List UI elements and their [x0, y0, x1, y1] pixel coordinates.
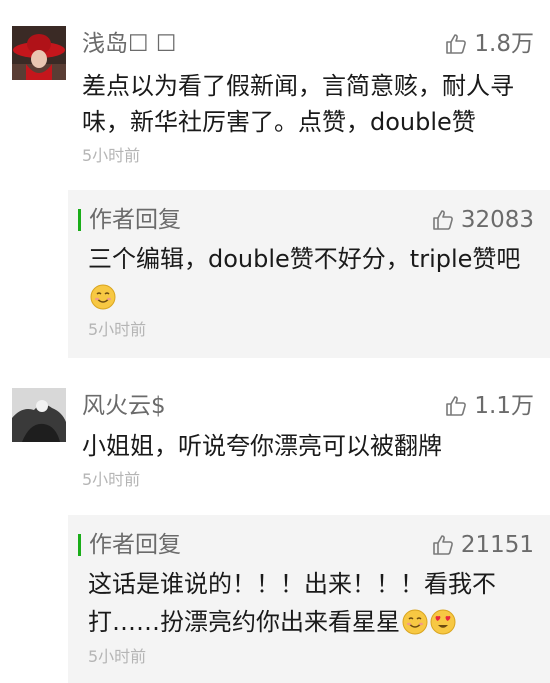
comment-like-button[interactable]: 1.1万: [444, 392, 534, 420]
avatar[interactable]: [12, 388, 66, 442]
reply-like-button[interactable]: 21151: [431, 531, 534, 559]
reply-label: 作者回复: [89, 207, 181, 233]
comment-text: 差点以为看了假新闻，言简意赅，耐人寻味，新华社厉害了。点赞，double赞: [82, 72, 514, 136]
heart-eyes-emoji: [430, 609, 456, 635]
comment-text: 小姐姐，听说夸你漂亮可以被翻牌: [82, 432, 442, 460]
comment-1: 浅岛☐ ☐ 1.8万 差点以为看了假新闻，言简意赅，耐人寻味，新华社厉害了。点赞…: [0, 0, 550, 190]
reply-label: 作者回复: [89, 532, 181, 558]
author-reply-1: 作者回复 32083 三个编辑，double赞不好分，triple赞吧 5小时前: [68, 190, 550, 358]
reply-time: 5小时前: [88, 320, 147, 339]
thumbs-up-icon: [431, 533, 455, 557]
smile-emoji: [402, 609, 428, 635]
reply-header: 作者回复: [78, 206, 181, 234]
thumbs-up-icon: [444, 32, 468, 56]
like-count: 21151: [460, 532, 534, 558]
author-reply-2: 作者回复 21151 这话是谁说的！！！出来！！！看我不打……扮漂亮约你出来看星…: [68, 515, 550, 683]
reply-text-content: 三个编辑，double赞不好分，triple赞吧: [88, 245, 521, 273]
reply-accent-bar: [78, 209, 81, 231]
comment-2: 风火云$ 1.1万 小姐姐，听说夸你漂亮可以被翻牌 5小时前: [0, 358, 550, 498]
like-count: 32083: [460, 207, 534, 233]
thumbs-up-icon: [431, 208, 455, 232]
reply-text: 三个编辑，double赞不好分，triple赞吧: [88, 240, 528, 316]
comment-like-button[interactable]: 1.8万: [444, 30, 534, 58]
avatar[interactable]: [12, 26, 66, 80]
reply-time: 5小时前: [88, 647, 147, 666]
smile-emoji: [90, 284, 116, 310]
comment-time: 5小时前: [82, 146, 141, 165]
comment-nickname[interactable]: 风火云$: [82, 392, 166, 420]
comment-time: 5小时前: [82, 470, 141, 489]
reply-like-button[interactable]: 32083: [431, 206, 534, 234]
like-count: 1.8万: [474, 31, 534, 57]
like-count: 1.1万: [474, 393, 534, 419]
reply-accent-bar: [78, 534, 81, 556]
reply-text: 这话是谁说的！！！出来！！！看我不打……扮漂亮约你出来看星星: [88, 565, 528, 641]
thumbs-up-icon: [444, 394, 468, 418]
comment-nickname[interactable]: 浅岛☐ ☐: [82, 30, 177, 58]
reply-header: 作者回复: [78, 531, 181, 559]
